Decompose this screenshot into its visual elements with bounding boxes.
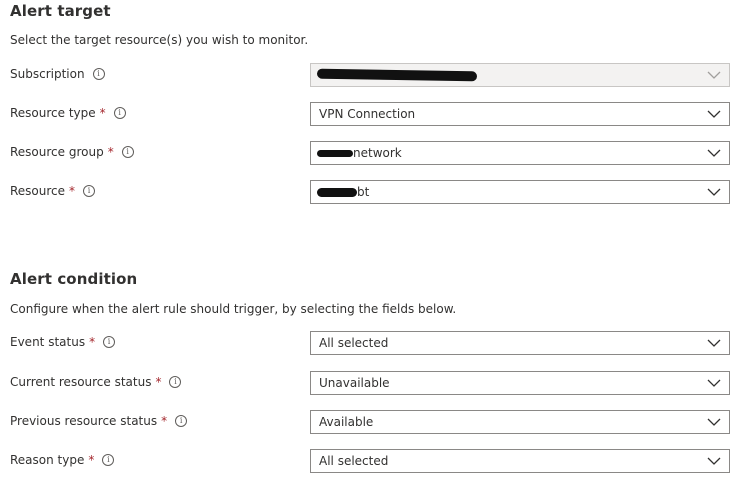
- event-status-value: All selected: [319, 336, 389, 350]
- alert-target-description: Select the target resource(s) you wish t…: [10, 33, 309, 47]
- alert-target-title: Alert target: [10, 2, 111, 20]
- alert-rule-page: Alert target Select the target resource(…: [0, 0, 744, 494]
- chevron-down-icon: [707, 149, 721, 157]
- alert-condition-description: Configure when the alert rule should tri…: [10, 302, 457, 316]
- reason-type-row: Reason type * i All selected: [0, 449, 744, 473]
- current-resource-status-dropdown[interactable]: Unavailable: [310, 371, 730, 395]
- previous-resource-status-label-text: Previous resource status: [10, 414, 158, 428]
- current-resource-status-row: Current resource status * i Unavailable: [0, 371, 744, 395]
- subscription-dropdown[interactable]: [310, 63, 730, 87]
- info-icon[interactable]: i: [102, 454, 115, 466]
- info-icon[interactable]: i: [121, 146, 134, 158]
- event-status-label: Event status * i: [10, 335, 116, 349]
- resource-type-row: Resource type * i VPN Connection: [0, 102, 744, 126]
- event-status-label-text: Event status: [10, 335, 86, 349]
- required-marker: *: [107, 145, 114, 159]
- required-marker: *: [155, 375, 162, 389]
- chevron-down-icon: [707, 379, 721, 387]
- resource-label: Resource * i: [10, 184, 96, 198]
- required-marker: *: [69, 184, 76, 198]
- alert-condition-title: Alert condition: [10, 270, 138, 288]
- chevron-down-icon: [707, 418, 721, 426]
- resource-type-value: VPN Connection: [319, 107, 416, 121]
- info-icon[interactable]: i: [92, 68, 105, 80]
- resource-dropdown[interactable]: bt: [310, 180, 730, 204]
- previous-resource-status-value: Available: [319, 415, 374, 429]
- required-marker: *: [161, 414, 168, 428]
- chevron-down-icon: [707, 110, 721, 118]
- subscription-label: Subscription i: [10, 67, 105, 81]
- resource-group-label: Resource group * i: [10, 145, 134, 159]
- resource-row: Resource * i bt: [0, 180, 744, 204]
- resource-group-row: Resource group * i network: [0, 141, 744, 165]
- redaction-mark: [316, 68, 478, 82]
- current-resource-status-value: Unavailable: [319, 376, 390, 390]
- previous-resource-status-dropdown[interactable]: Available: [310, 410, 730, 434]
- chevron-down-icon: [707, 339, 721, 347]
- required-marker: *: [99, 106, 106, 120]
- reason-type-label-text: Reason type: [10, 453, 85, 467]
- resource-label-text: Resource: [10, 184, 66, 198]
- reason-type-value: All selected: [319, 454, 389, 468]
- subscription-label-text: Subscription: [10, 67, 85, 81]
- previous-resource-status-row: Previous resource status * i Available: [0, 410, 744, 434]
- resource-group-value: network: [353, 146, 402, 160]
- redaction-mark: [317, 150, 353, 157]
- required-marker: *: [89, 335, 96, 349]
- event-status-row: Event status * i All selected: [0, 331, 744, 355]
- required-marker: *: [88, 453, 95, 467]
- info-icon[interactable]: i: [83, 185, 96, 197]
- resource-type-label-text: Resource type: [10, 106, 96, 120]
- info-icon[interactable]: i: [169, 376, 182, 388]
- event-status-dropdown[interactable]: All selected: [310, 331, 730, 355]
- info-icon[interactable]: i: [175, 415, 188, 427]
- current-resource-status-label: Current resource status * i: [10, 375, 182, 389]
- current-resource-status-label-text: Current resource status: [10, 375, 152, 389]
- resource-value: bt: [357, 185, 370, 199]
- reason-type-label: Reason type * i: [10, 453, 115, 467]
- info-icon[interactable]: i: [113, 107, 126, 119]
- chevron-down-icon: [707, 71, 721, 79]
- info-icon[interactable]: i: [103, 336, 116, 348]
- resource-group-label-text: Resource group: [10, 145, 104, 159]
- previous-resource-status-label: Previous resource status * i: [10, 414, 188, 428]
- redaction-mark: [317, 188, 357, 197]
- resource-type-dropdown[interactable]: VPN Connection: [310, 102, 730, 126]
- chevron-down-icon: [707, 188, 721, 196]
- reason-type-dropdown[interactable]: All selected: [310, 449, 730, 473]
- chevron-down-icon: [707, 457, 721, 465]
- subscription-row: Subscription i: [0, 63, 744, 87]
- resource-group-dropdown[interactable]: network: [310, 141, 730, 165]
- resource-type-label: Resource type * i: [10, 106, 126, 120]
